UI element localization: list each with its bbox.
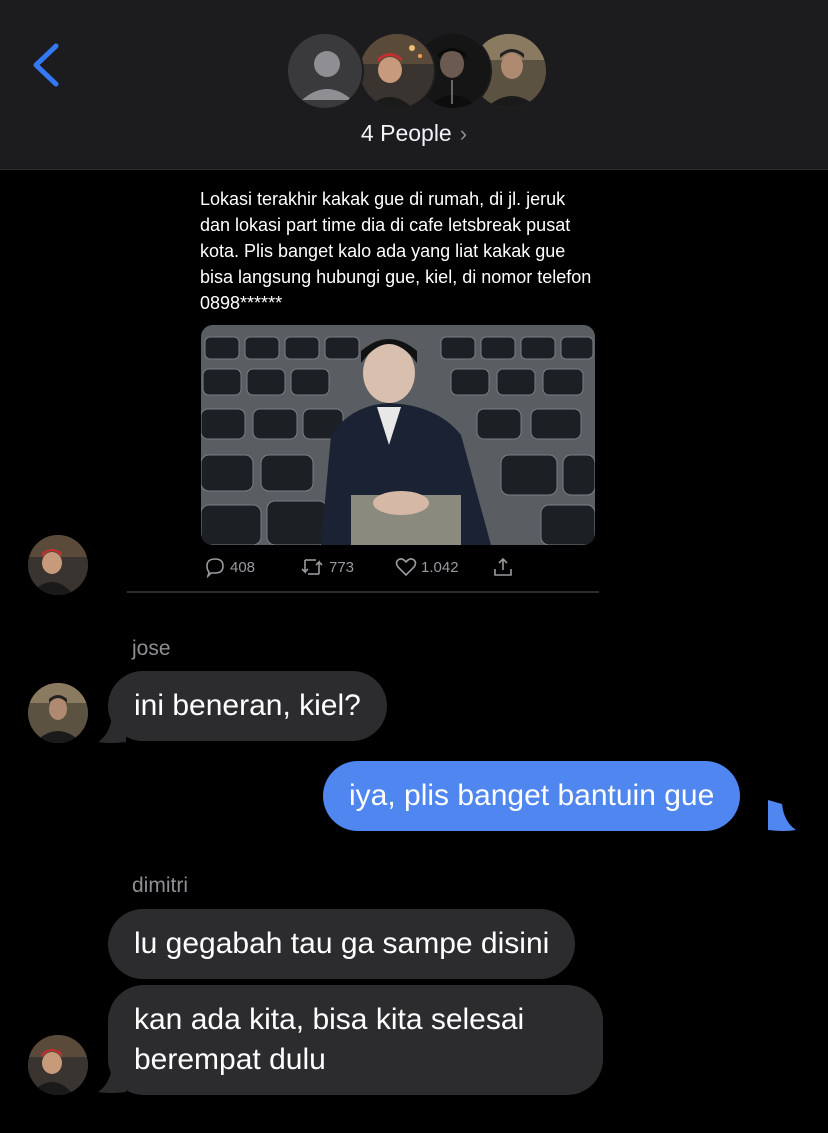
bubble-tail-outgoing: [768, 800, 796, 831]
group-avatars[interactable]: [286, 32, 548, 112]
chevron-left-icon: [33, 43, 59, 87]
sender-avatar-jose[interactable]: [28, 683, 88, 743]
retweet-count: 773: [329, 558, 355, 576]
people-count-link[interactable]: 4 People ›: [0, 120, 828, 147]
share-action[interactable]: [492, 556, 518, 578]
sender-name: jose: [132, 637, 171, 660]
sender-avatar-dimitri[interactable]: [28, 1035, 88, 1095]
like-action[interactable]: 1.042: [395, 556, 459, 578]
person-icon: [302, 51, 352, 100]
message-line: kan ada kita, bisa kita selesai: [134, 1003, 525, 1036]
message-bubble-incoming[interactable]: kan ada kita, bisa kita selesai berempat…: [108, 985, 603, 1095]
tweet-photo[interactable]: [201, 325, 595, 545]
sender-avatar[interactable]: [28, 535, 88, 595]
shared-tweet-card[interactable]: Lokasi terakhir kakak gue di rumah, di j…: [127, 170, 599, 593]
tweet-text: Lokasi terakhir kakak gue di rumah, di j…: [200, 189, 592, 313]
retweet-action[interactable]: 773: [299, 556, 354, 578]
people-count-label: 4 People: [360, 120, 452, 146]
tweet-actions: 408 773 1.042: [202, 556, 597, 582]
reply-count: 408: [230, 558, 256, 576]
like-count: 1.042: [421, 558, 459, 576]
message-bubble-incoming[interactable]: ini beneran, kiel?: [108, 671, 387, 741]
chat-screen: 4 People › Lokasi terakhir kakak gue di r…: [0, 0, 828, 1133]
generic-person-avatar: [286, 32, 364, 110]
chevron-right-icon: ›: [459, 121, 468, 146]
stadium-seats-photo: [201, 325, 595, 545]
reply-action[interactable]: 408: [204, 556, 255, 578]
back-button[interactable]: [24, 38, 68, 92]
share-icon: [494, 557, 512, 576]
heart-icon: [395, 558, 417, 577]
sender-name: dimitri: [132, 874, 188, 897]
message-line: berempat dulu: [134, 1043, 326, 1076]
reply-icon: [206, 558, 224, 578]
retweet-icon: [301, 559, 323, 575]
message-bubble-incoming[interactable]: lu gegabah tau ga sampe disini: [108, 909, 576, 979]
message-bubble-outgoing[interactable]: iya, plis banget bantuin gue: [323, 761, 741, 831]
member-avatar-1: [358, 32, 436, 110]
chat-header: 4 People ›: [0, 0, 828, 170]
